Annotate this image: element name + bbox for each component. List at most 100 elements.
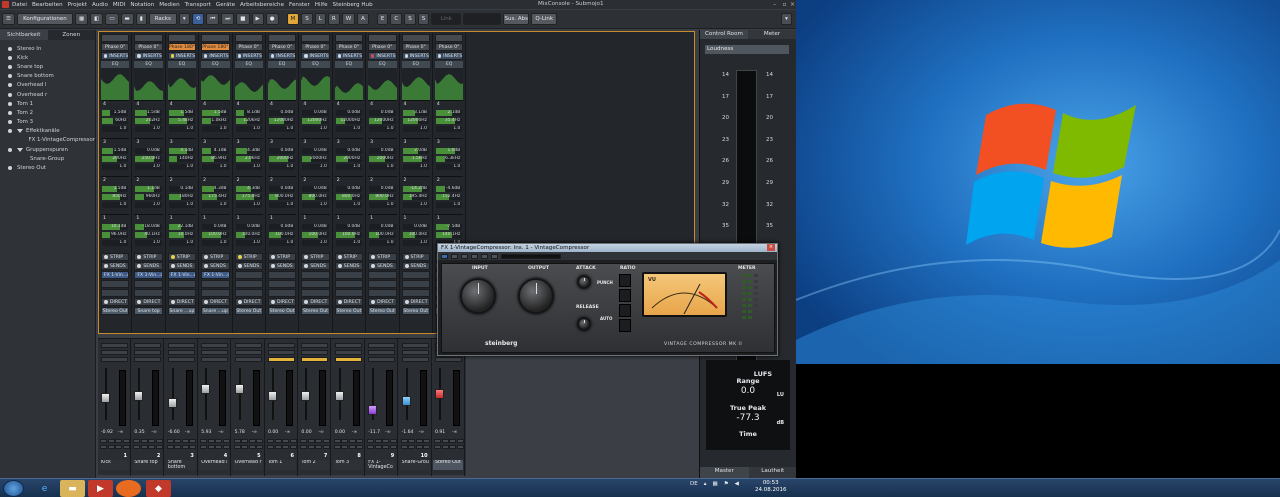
listen-button[interactable] bbox=[248, 439, 256, 443]
eq-band-gain-field[interactable]: 4.3dB bbox=[235, 186, 262, 192]
phase-button[interactable]: Phase 0° bbox=[434, 43, 464, 51]
eq-band-gain-field[interactable]: 0.0dB bbox=[369, 148, 396, 154]
eq-band-gain-field[interactable]: 2.1dB bbox=[435, 110, 463, 116]
volume-icon[interactable]: ◀ bbox=[735, 481, 739, 487]
menu-item-5[interactable]: Notation bbox=[130, 2, 154, 8]
read-all-button[interactable]: R bbox=[327, 13, 340, 25]
solo-button[interactable] bbox=[374, 439, 382, 443]
channel-name[interactable]: Tom 1 bbox=[266, 460, 296, 470]
eq-band-q-field[interactable]: 1.0 bbox=[235, 240, 262, 246]
visible-dot-icon[interactable] bbox=[8, 147, 12, 152]
eq-band-gain-field[interactable]: 0.0dB bbox=[335, 224, 363, 230]
mute-button[interactable] bbox=[434, 439, 441, 443]
eq-band-q-field[interactable]: 1.0 bbox=[402, 126, 429, 132]
mute-button[interactable] bbox=[300, 439, 308, 443]
strip-rack-header[interactable]: STRIP bbox=[201, 253, 230, 261]
eq-band-gain-field[interactable]: 4.3dB bbox=[202, 186, 229, 192]
record-enable-button[interactable] bbox=[322, 445, 330, 449]
ie-icon[interactable]: e bbox=[32, 480, 57, 497]
channel-icon[interactable]: ▮ bbox=[135, 13, 147, 25]
inserts-rack-header[interactable]: INSERTS bbox=[267, 52, 297, 60]
fader-handle[interactable] bbox=[368, 405, 378, 416]
eq-band-freq-field[interactable]: 5.4kHz bbox=[168, 118, 196, 124]
visible-dot-icon[interactable] bbox=[8, 101, 12, 106]
close-icon[interactable]: × bbox=[788, 1, 796, 8]
split-icon[interactable]: ▬ bbox=[120, 13, 134, 25]
eq-band-gain-field[interactable]: 1.5dB bbox=[168, 110, 196, 116]
visibility-item[interactable]: Stereo Out bbox=[0, 163, 95, 172]
eq-band-q-field[interactable]: 1.0 bbox=[435, 126, 463, 132]
visible-dot-icon[interactable] bbox=[8, 120, 12, 125]
channel-name[interactable]: Overhead r bbox=[232, 460, 263, 470]
listen-all-button[interactable]: L bbox=[314, 13, 326, 25]
direct-routing-header[interactable]: DIRECT bbox=[167, 298, 197, 306]
monitor-button[interactable] bbox=[348, 445, 356, 449]
direct-routing-header[interactable]: DIRECT bbox=[101, 298, 130, 306]
send-slot-empty[interactable] bbox=[267, 280, 297, 288]
quick-control-slot[interactable] bbox=[234, 357, 262, 362]
cubase-app-icon[interactable] bbox=[2, 1, 9, 8]
power-dot-icon[interactable] bbox=[337, 300, 342, 304]
eq-rack-header[interactable]: EQ bbox=[201, 61, 230, 68]
visible-dot-icon[interactable] bbox=[8, 74, 12, 79]
sends-rack-header[interactable]: SENDS bbox=[201, 262, 230, 270]
mute-button[interactable] bbox=[233, 439, 241, 443]
solo-button[interactable] bbox=[307, 439, 315, 443]
power-dot-icon[interactable] bbox=[204, 54, 208, 58]
eq-band-freq-field[interactable]: 202Hz bbox=[135, 118, 162, 124]
input-routing-slot[interactable] bbox=[167, 34, 197, 42]
send-slot-empty[interactable] bbox=[301, 289, 330, 297]
strip-rack-header[interactable]: STRIP bbox=[101, 253, 130, 261]
send-slot-empty[interactable] bbox=[167, 289, 197, 297]
eq-band-freq-field[interactable]: 100.0Hz bbox=[202, 232, 229, 238]
media-player-icon[interactable]: ▶ bbox=[88, 480, 113, 497]
inserts-rack-header[interactable]: INSERTS bbox=[101, 52, 130, 60]
input-routing-slot[interactable] bbox=[434, 34, 464, 42]
send-slot-empty[interactable] bbox=[301, 280, 330, 288]
monitor-button[interactable] bbox=[282, 445, 289, 449]
eq-band-q-field[interactable]: 1.0 bbox=[302, 164, 329, 170]
eq-band-freq-field[interactable]: 35.4Hz bbox=[435, 118, 463, 124]
eq-band-q-field[interactable]: 1.0 bbox=[369, 202, 396, 208]
quick-control-slot[interactable] bbox=[435, 357, 462, 362]
listen-button[interactable] bbox=[215, 439, 223, 443]
send-slot-empty[interactable] bbox=[234, 289, 263, 297]
power-dot-icon[interactable] bbox=[270, 255, 275, 259]
sends-rack-header[interactable]: SENDS bbox=[134, 262, 163, 270]
monitor-button[interactable] bbox=[449, 445, 456, 449]
monitor-button[interactable] bbox=[415, 445, 423, 449]
send-slot-empty[interactable] bbox=[401, 280, 430, 288]
send-slot-empty[interactable] bbox=[201, 289, 230, 297]
output-routing[interactable]: Snare top bbox=[134, 307, 163, 315]
tab-master[interactable]: Master bbox=[700, 467, 749, 478]
mute-button[interactable] bbox=[367, 439, 375, 443]
write-button[interactable] bbox=[341, 445, 349, 449]
quick-control-slot[interactable] bbox=[301, 350, 329, 355]
mute-button[interactable] bbox=[166, 439, 174, 443]
read-button[interactable] bbox=[400, 445, 408, 449]
fader-handle[interactable] bbox=[101, 393, 110, 404]
strip-rack-header[interactable]: STRIP bbox=[134, 253, 163, 261]
read-button[interactable] bbox=[233, 445, 241, 449]
menu-item-8[interactable]: Geräte bbox=[216, 2, 235, 8]
eq-rack-header[interactable]: EQ bbox=[134, 61, 163, 68]
eq-band-freq-field[interactable]: 180Hz bbox=[168, 194, 196, 200]
eq-band-freq-field[interactable]: 850Hz bbox=[102, 194, 129, 200]
direct-routing-header[interactable]: DIRECT bbox=[368, 298, 397, 306]
input-routing-slot[interactable] bbox=[101, 34, 130, 42]
eq-band-freq-field[interactable]: 175.4Hz bbox=[202, 194, 229, 200]
write-button[interactable] bbox=[307, 445, 315, 449]
eq-band-freq-field[interactable]: 1.0kHz bbox=[202, 118, 229, 124]
eq-band-gain-field[interactable]: 1.5dB bbox=[102, 110, 129, 116]
tray-arrow-icon[interactable]: ▴ bbox=[704, 481, 707, 487]
eq-band-freq-field[interactable]: 100.0Hz bbox=[268, 232, 296, 238]
send-slot-empty[interactable] bbox=[134, 289, 163, 297]
record-enable-button[interactable] bbox=[289, 445, 297, 449]
link-button[interactable]: Link bbox=[431, 13, 462, 25]
send-slot-empty[interactable] bbox=[368, 289, 397, 297]
power-dot-icon[interactable] bbox=[104, 255, 108, 259]
send-slot-empty[interactable] bbox=[101, 280, 130, 288]
power-dot-icon[interactable] bbox=[337, 54, 341, 58]
read-icon[interactable] bbox=[461, 253, 468, 259]
eq-band-gain-field[interactable]: 0.0dB bbox=[402, 224, 429, 230]
